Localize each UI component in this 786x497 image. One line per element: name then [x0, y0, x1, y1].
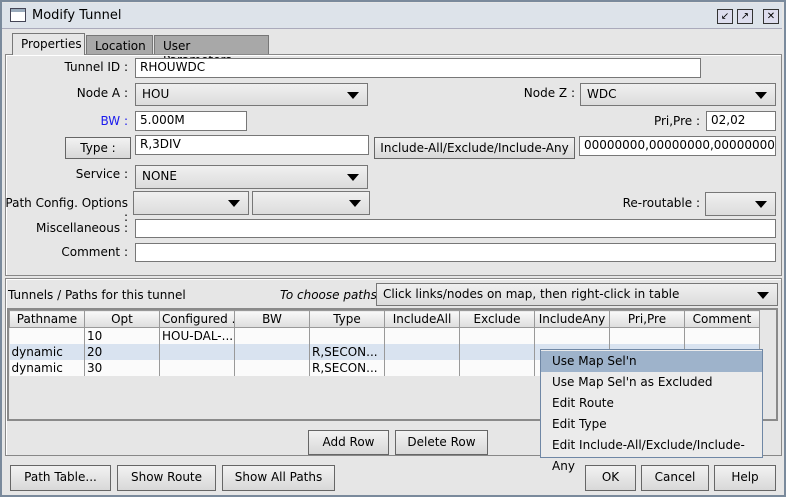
chevron-down-icon [755, 201, 767, 208]
column-header[interactable]: Comment [684, 310, 760, 328]
reroutable-label: Re-routable : [622, 196, 700, 210]
context-menu-item[interactable]: Edit Type [541, 414, 762, 435]
context-menu-item[interactable]: Edit Route [541, 393, 762, 414]
table-cell[interactable] [384, 343, 460, 360]
paths-label: Tunnels / Paths for this tunnel [8, 288, 186, 302]
table-cell[interactable]: 20 [84, 343, 160, 360]
cancel-button[interactable]: Cancel [641, 465, 709, 491]
reroutable-dropdown[interactable] [705, 192, 776, 216]
table-cell[interactable] [684, 327, 760, 344]
ok-button[interactable]: OK [585, 465, 636, 491]
table-cell[interactable] [159, 359, 235, 376]
table-cell[interactable] [384, 327, 460, 344]
table-cell[interactable]: 10 [84, 327, 160, 344]
chevron-down-icon [347, 91, 359, 99]
table-cell[interactable] [234, 343, 310, 360]
window-title: Modify Tunnel [32, 8, 122, 23]
column-header[interactable]: IncludeAll [384, 310, 460, 328]
show-route-button[interactable]: Show Route [117, 465, 216, 491]
bw-label: BW : [100, 114, 128, 128]
tab-location[interactable]: Location [86, 35, 153, 55]
column-header[interactable]: Configured ... [159, 310, 235, 328]
service-label: Service : [75, 167, 128, 181]
title-bar[interactable]: Modify Tunnel ↙ ↗ ✕ [2, 3, 782, 29]
chevron-down-icon [347, 174, 359, 181]
minimize-icon[interactable]: ↙ [717, 9, 733, 24]
node-a-dropdown[interactable]: HOU [135, 83, 368, 106]
bw-input[interactable]: 5.000M [135, 111, 247, 131]
table-cell[interactable]: dynamic [9, 359, 85, 376]
misc-input[interactable] [135, 219, 776, 238]
choose-paths-label: To choose paths: [280, 288, 381, 302]
chevron-down-icon [755, 91, 767, 99]
path-config-label: Path Config. Options : [5, 196, 128, 224]
column-header[interactable]: Type [309, 310, 385, 328]
comment-label: Comment : [61, 245, 128, 259]
node-a-value: HOU [142, 87, 170, 101]
table-cell[interactable]: R,SECON... [309, 343, 385, 360]
comment-input[interactable] [135, 243, 776, 262]
service-value: NONE [142, 169, 177, 183]
include-exclude-input[interactable]: 00000000,00000000,00000000 [579, 136, 776, 156]
tunnel-id-label: Tunnel ID : [64, 60, 129, 74]
column-header[interactable]: BW [234, 310, 310, 328]
table-cell[interactable] [384, 359, 460, 376]
service-dropdown[interactable]: NONE [135, 165, 368, 189]
table-cell[interactable] [234, 359, 310, 376]
column-header[interactable]: Exclude [459, 310, 535, 328]
tab-user-parameters[interactable]: User Parameters [154, 35, 269, 67]
column-header[interactable]: IncludeAny [534, 310, 610, 328]
column-header[interactable]: Pri,Pre [609, 310, 685, 328]
table-cell[interactable] [609, 327, 685, 344]
table-cell[interactable] [9, 327, 85, 344]
column-header[interactable]: Pathname [9, 310, 85, 328]
choose-paths-value: Click links/nodes on map, then right-cli… [383, 287, 680, 301]
delete-row-button[interactable]: Delete Row [395, 430, 488, 455]
table-cell[interactable]: dynamic [9, 343, 85, 360]
maximize-icon[interactable]: ↗ [737, 9, 753, 24]
node-a-label: Node A : [76, 86, 128, 100]
path-table-button[interactable]: Path Table... [10, 465, 111, 491]
table-cell[interactable]: HOU-DAL-... [159, 327, 235, 344]
close-icon[interactable]: ✕ [763, 9, 779, 24]
context-menu-item[interactable]: Use Map Sel'n [541, 351, 762, 372]
table-cell[interactable] [159, 343, 235, 360]
include-exclude-button[interactable]: Include-All/Exclude/Include-Any [374, 137, 575, 159]
path-config-dropdown-2[interactable] [252, 191, 370, 215]
help-button[interactable]: Help [714, 465, 776, 491]
type-button[interactable]: Type : [65, 137, 131, 159]
add-row-button[interactable]: Add Row [308, 430, 389, 455]
node-z-label: Node Z : [523, 86, 575, 100]
table-cell[interactable] [459, 359, 535, 376]
table-cell[interactable] [309, 327, 385, 344]
window-icon [10, 8, 26, 22]
tab-properties[interactable]: Properties [12, 33, 85, 55]
table-cell[interactable]: R,SECON... [309, 359, 385, 376]
column-header[interactable]: Opt [84, 310, 160, 328]
chevron-down-icon [228, 200, 240, 207]
context-menu-item[interactable]: Use Map Sel'n as Excluded [541, 372, 762, 393]
misc-label: Miscellaneous : [36, 221, 128, 235]
pri-pre-label: Pri,Pre : [653, 114, 700, 128]
table-cell[interactable] [459, 343, 535, 360]
tunnel-id-input[interactable]: RHOUWDC [135, 58, 701, 78]
node-z-value: WDC [587, 87, 617, 101]
choose-paths-dropdown[interactable]: Click links/nodes on map, then right-cli… [376, 283, 778, 306]
table-row[interactable]: 10 HOU-DAL-... [9, 327, 760, 344]
type-input[interactable]: R,3DIV [135, 135, 369, 155]
pri-pre-input[interactable]: 02,02 [706, 111, 776, 131]
context-menu: Use Map Sel'n Use Map Sel'n as Excluded Ed… [540, 349, 763, 473]
table-cell[interactable]: 30 [84, 359, 160, 376]
chevron-down-icon [349, 200, 361, 207]
context-menu-item[interactable]: Edit Include-All/Exclude/Include-Any [541, 435, 762, 473]
chevron-down-icon [757, 291, 769, 299]
path-config-dropdown-1[interactable] [133, 191, 249, 215]
table-cell[interactable] [459, 327, 535, 344]
show-all-paths-button[interactable]: Show All Paths [222, 465, 335, 491]
table-cell[interactable] [534, 327, 610, 344]
table-cell[interactable] [234, 327, 310, 344]
node-z-dropdown[interactable]: WDC [580, 83, 776, 106]
